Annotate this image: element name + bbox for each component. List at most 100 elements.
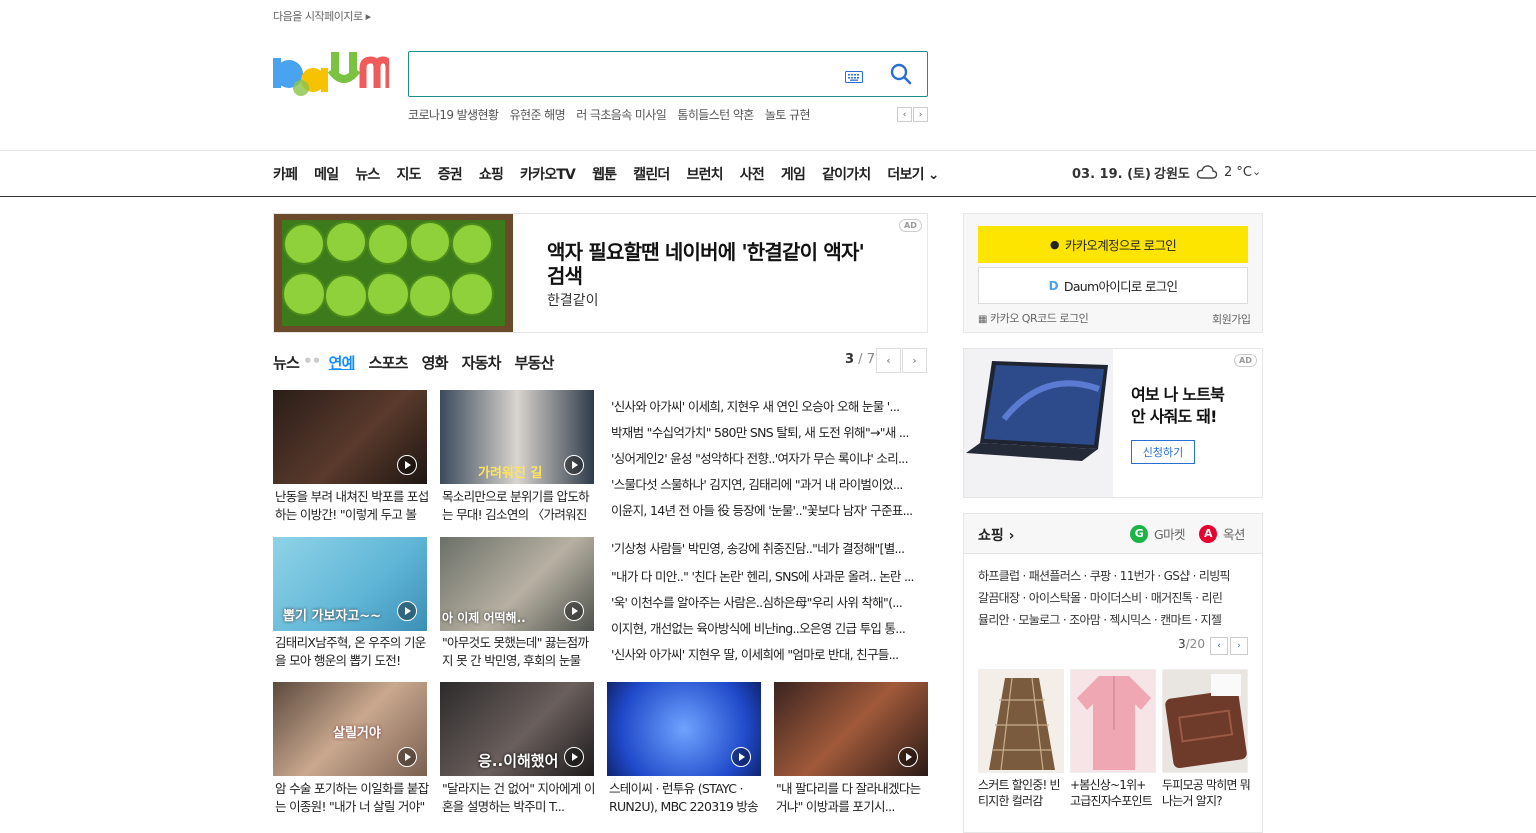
apply-button[interactable]: 신청하기: [1131, 440, 1195, 464]
shopping-title[interactable]: 쇼핑 ›: [978, 525, 1014, 545]
auction-label: 옥션: [1223, 527, 1245, 542]
news-caption[interactable]: 난동을 부려 내쳐진 박포를 포섭하는 이방간! "이렇게 두고 볼 것입니까": [275, 488, 429, 524]
speech-bubble-icon: ●: [1049, 238, 1060, 251]
shop-links[interactable]: 갈끔대장 · 아이스탁몰 · 마이더스비 · 매거진톡 · 리린: [978, 589, 1248, 606]
headline[interactable]: 이지현, 개선없는 육아방식에 비난ing..오은영 긴급 투입 통...: [611, 618, 926, 637]
temperature: 2 °C: [1224, 165, 1252, 180]
gnb-divider: [0, 196, 1536, 197]
headline[interactable]: "내가 다 미안.." '친다 논란' 헨리, SNS에 사과문 올려.. 논란…: [611, 566, 926, 585]
headline[interactable]: '욱' 이천수를 알아주는 사람은..심하은母"우리 사위 착해"(...: [611, 592, 926, 611]
tab-car[interactable]: 자동차: [462, 352, 502, 373]
headline[interactable]: 박재범 "수십억가치" 580만 SNS 탈퇴, 새 도전 위해"→"새 ...: [611, 422, 926, 441]
gmarket-link[interactable]: G G마켓: [1130, 524, 1185, 543]
news-caption[interactable]: 김태리X남주혁, 온 우주의 기운을 모아 행운의 뽑기 도전!: [275, 634, 429, 670]
nav-kakaotv[interactable]: 카카오TV: [520, 164, 576, 184]
trend-keyword[interactable]: 러 극초음속 미사일: [576, 108, 667, 122]
gmarket-label: G마켓: [1154, 527, 1185, 542]
news-tabs: 뉴스 •• 연예 스포츠 영화 자동차 부동산: [273, 352, 568, 373]
product-image[interactable]: [978, 669, 1064, 773]
nav-game[interactable]: 게임: [781, 164, 806, 184]
trend-keyword[interactable]: 코로나19 발생현황: [408, 108, 499, 122]
trend-keyword[interactable]: 톰히들스턴 약혼: [677, 108, 754, 122]
play-icon: [564, 747, 584, 767]
nav-calendar[interactable]: 캘린더: [633, 164, 670, 184]
weather-region[interactable]: 강원도: [1154, 163, 1190, 182]
play-icon: [731, 747, 751, 767]
shop-prev-button[interactable]: ‹: [1210, 637, 1228, 655]
news-next-button[interactable]: ›: [902, 348, 927, 373]
kakao-login-button[interactable]: ● 카카오계정으로 로그인: [978, 226, 1248, 263]
news-prev-button[interactable]: ‹: [876, 348, 901, 373]
nav-shopping[interactable]: 쇼핑: [479, 164, 504, 184]
shop-links[interactable]: 하프클럽 · 패션플러스 · 쿠팡 · 11번가 · GS샵 · 리빙픽: [978, 567, 1248, 584]
ad-title-line: 여보 나 노트북: [1131, 385, 1225, 404]
tab-news[interactable]: 뉴스: [273, 352, 300, 373]
service-nav: 카페 메일 뉴스 지도 증권 쇼핑 카카오TV 웹툰 캘린더 브런치 사전 게임…: [273, 164, 956, 184]
ad-image-laptop[interactable]: [964, 349, 1113, 497]
ad-title-line: 안 사줘도 돼!: [1131, 407, 1217, 426]
news-pager: 3 / 7: [845, 352, 875, 367]
news-caption[interactable]: "내 팔다리를 다 잘라내겠다는 거냐" 이방과를 포기시...: [776, 780, 930, 816]
auction-link[interactable]: A 옥션: [1199, 524, 1245, 543]
headline[interactable]: 이윤지, 14년 전 아들 役 등장에 '눈물'.."꽃보다 남자' 구준표..…: [611, 500, 926, 519]
ad-badge: AD: [1234, 354, 1257, 367]
tab-movie[interactable]: 영화: [422, 352, 449, 373]
daum-logo[interactable]: [273, 50, 393, 98]
tab-realestate[interactable]: 부동산: [515, 352, 555, 373]
tab-separator: ••: [303, 352, 321, 370]
nav-mail[interactable]: 메일: [314, 164, 339, 184]
daum-login-button[interactable]: D Daum아이디로 로그인: [978, 267, 1248, 304]
tab-entertainment[interactable]: 연예: [329, 352, 356, 373]
headline[interactable]: '신사와 아가씨' 지현우 딸, 이세희에 "엄마로 반대, 친구들...: [611, 644, 926, 663]
set-start-page-link[interactable]: 다음을 시작페이지로 ▸: [273, 8, 371, 24]
nav-dictionary[interactable]: 사전: [740, 164, 765, 184]
search-icon[interactable]: [890, 63, 912, 85]
news-caption[interactable]: 암 수술 포기하는 이일화를 붙잡는 이종원! "내가 너 살릴 거야": [275, 780, 429, 816]
news-caption[interactable]: 목소리만으로 분위기를 압도하는 무대! 김소연의 〈가려워진 길〉: [442, 488, 596, 524]
kakao-login-label: 카카오계정으로 로그인: [1064, 238, 1177, 253]
shop-next-button[interactable]: ›: [1230, 637, 1248, 655]
nav-cafe[interactable]: 카페: [273, 164, 298, 184]
play-icon: [397, 601, 417, 621]
thumbnail-overlay-text: 아 이제 어떡해..: [442, 611, 526, 625]
ad-title[interactable]: 여보 나 노트북 안 사줘도 돼!: [1131, 384, 1225, 428]
headline[interactable]: '신사와 아가씨' 이세희, 지현우 새 연인 오승아 오해 눈물 '...: [611, 396, 926, 415]
qr-login-link[interactable]: ▦ 카카오 QR코드 로그인: [978, 310, 1089, 326]
news-caption[interactable]: 스테이씨 · 런투유 (STAYC · RUN2U), MBC 220319 방…: [609, 780, 763, 816]
product-image[interactable]: [1070, 669, 1156, 773]
trend-keyword[interactable]: 놀토 규현: [765, 108, 811, 122]
page-total: /20: [1185, 637, 1205, 651]
nav-webtoon[interactable]: 웹툰: [592, 164, 617, 184]
keyboard-icon[interactable]: [845, 68, 863, 83]
product-caption[interactable]: 스커트 할인중! 빈티지한 컬러감: [978, 777, 1066, 809]
nav-stock[interactable]: 증권: [438, 164, 463, 184]
shop-links[interactable]: 뮬리안 · 모눌로그 · 조아맘 · 젝시믹스 · 캔마트 · 지젤: [978, 611, 1248, 628]
trend-next-button[interactable]: ›: [913, 107, 928, 122]
trend-keyword[interactable]: 유현준 해명: [510, 108, 566, 122]
join-link[interactable]: 회원가입: [1212, 311, 1251, 327]
news-caption[interactable]: "아무것도 못했는데" 끓는점까지 못 간 박민영, 후회의 눈물: [442, 634, 596, 670]
date-label: 03. 19. (토): [1072, 167, 1151, 182]
product-caption[interactable]: +봄신상~1위+ 고급진자수포인트: [1070, 777, 1158, 809]
ad-title[interactable]: 액자 필요할땐 네이버에 '한결같이 액자' 검색: [547, 240, 887, 288]
nav-brunch[interactable]: 브런치: [686, 164, 723, 184]
nav-news[interactable]: 뉴스: [355, 164, 380, 184]
chevron-right-icon: ›: [912, 354, 917, 367]
headline[interactable]: '싱어게인2' 윤성 "성악하다 전향..'여자가 무슨 록이냐' 소리...: [611, 448, 926, 467]
qr-login-label: 카카오 QR코드 로그인: [989, 312, 1089, 325]
news-caption[interactable]: "달라지는 건 없어" 지아에게 이혼을 설명하는 박주미 T...: [442, 780, 596, 816]
headline[interactable]: '스물다섯 스물하나' 김지연, 김태리에 "과거 내 라이벌이었...: [611, 474, 926, 493]
nav-together[interactable]: 같이가치: [822, 164, 871, 184]
chevron-down-icon[interactable]: ⌄: [1252, 165, 1261, 178]
trend-prev-button[interactable]: ‹: [897, 107, 912, 122]
thumbnail-overlay-text: 응..이해했어: [478, 752, 559, 770]
headline[interactable]: '기상청 사람들' 박민영, 송강에 취중진담.."네가 결정해"[별...: [611, 538, 926, 557]
nav-more[interactable]: 더보기 ⌄: [887, 164, 939, 184]
ad-subtitle[interactable]: 한결같이: [547, 290, 599, 310]
product-caption[interactable]: 두피모공 막히면 뭐나는거 알지?: [1162, 777, 1250, 809]
ad-image-apples[interactable]: [274, 214, 513, 332]
product-image[interactable]: [1162, 669, 1248, 773]
nav-map[interactable]: 지도: [397, 164, 422, 184]
page-total: / 7: [854, 352, 875, 367]
tab-sports[interactable]: 스포츠: [369, 352, 409, 373]
